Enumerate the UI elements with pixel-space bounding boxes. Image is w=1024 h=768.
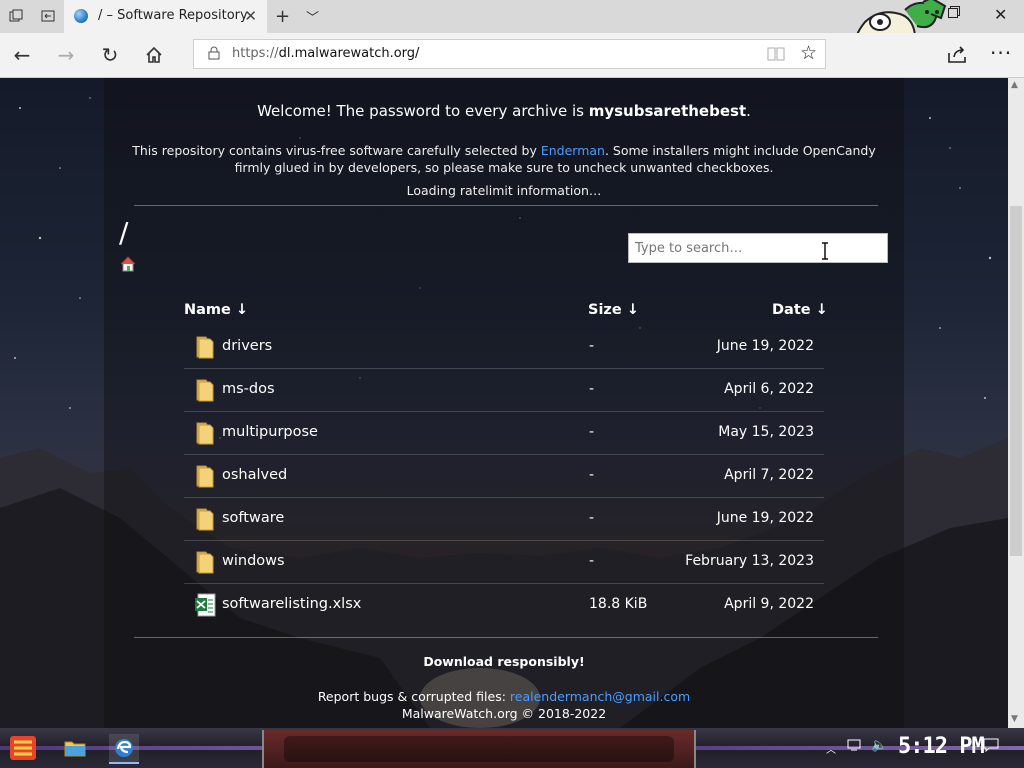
folder-icon xyxy=(194,550,216,574)
column-header-date[interactable]: Date ↓ xyxy=(772,302,828,318)
divider xyxy=(134,637,878,638)
file-row[interactable]: software - June 19, 2022 xyxy=(184,498,824,541)
scroll-down-icon[interactable]: ▼ xyxy=(1011,714,1018,724)
welcome-message: Welcome! The password to every archive i… xyxy=(257,102,751,120)
file-size: - xyxy=(589,553,595,569)
url-text: https://dl.malwarewatch.org/ xyxy=(232,46,420,61)
reading-view-icon[interactable] xyxy=(767,46,785,62)
search-input[interactable] xyxy=(628,233,888,263)
file-size: - xyxy=(589,510,595,526)
favorite-star-icon[interactable]: ☆ xyxy=(800,42,817,64)
folder-icon xyxy=(194,464,216,488)
file-row[interactable]: drivers - June 19, 2022 xyxy=(184,326,824,369)
folder-icon xyxy=(194,507,216,531)
forward-arrow-icon[interactable]: → xyxy=(53,42,79,68)
file-date: June 19, 2022 xyxy=(716,510,814,526)
home-icon[interactable] xyxy=(141,42,167,68)
scrollbar-thumb[interactable] xyxy=(1010,206,1022,556)
active-tab[interactable]: / – Software Repository ✕ xyxy=(64,0,267,33)
ratelimit-status: Loading ratelimit information… xyxy=(406,183,602,198)
tab-title: / – Software Repository xyxy=(98,8,248,23)
vertical-scrollbar[interactable]: ▲ ▼ xyxy=(1008,78,1024,728)
divider xyxy=(134,205,878,206)
close-tab-icon[interactable]: ✕ xyxy=(244,7,257,25)
folder-icon xyxy=(194,378,216,402)
column-header-size[interactable]: Size ↓ xyxy=(588,302,639,318)
file-size: 18.8 KiB xyxy=(589,596,648,612)
excel-file-icon xyxy=(194,593,216,617)
file-name[interactable]: windows xyxy=(222,553,285,569)
file-row[interactable]: oshalved - April 7, 2022 xyxy=(184,455,824,498)
file-row[interactable]: ms-dos - April 6, 2022 xyxy=(184,369,824,412)
file-name[interactable]: multipurpose xyxy=(222,424,318,440)
show-hidden-icons-icon[interactable]: ︿ xyxy=(826,741,836,756)
file-size: - xyxy=(589,338,595,354)
file-name[interactable]: ms-dos xyxy=(222,381,275,397)
current-path: / xyxy=(119,216,129,249)
set-aside-tabs-icon[interactable] xyxy=(38,6,58,26)
url-field[interactable]: https://dl.malwarewatch.org/ ☆ xyxy=(193,39,826,69)
file-size: - xyxy=(589,467,595,483)
globe-icon xyxy=(74,9,88,23)
file-row[interactable]: softwarelisting.xlsx 18.8 KiB April 9, 202… xyxy=(184,584,824,627)
network-icon[interactable] xyxy=(847,738,863,756)
column-header-name[interactable]: Name ↓ xyxy=(184,302,248,318)
file-date: February 13, 2023 xyxy=(685,553,814,569)
address-bar: ← → ↻ https://dl.malwarewatch.org/ ☆ ··· xyxy=(0,33,1024,78)
volume-icon[interactable]: 🔈 xyxy=(871,738,887,753)
file-row[interactable]: multipurpose - May 15, 2023 xyxy=(184,412,824,455)
file-name[interactable]: software xyxy=(222,510,284,526)
web-page: Welcome! The password to every archive i… xyxy=(0,78,1008,728)
close-window-icon[interactable]: ✕ xyxy=(994,5,1007,24)
file-explorer-icon[interactable] xyxy=(60,734,90,762)
chevron-down-icon[interactable]: ﹀ xyxy=(306,7,319,26)
file-date: April 6, 2022 xyxy=(724,381,814,397)
refresh-icon[interactable]: ↻ xyxy=(97,42,123,68)
clock[interactable]: 5:12 PM xyxy=(898,734,985,759)
home-breadcrumb-icon[interactable] xyxy=(120,256,136,272)
file-size: - xyxy=(589,424,595,440)
file-date: June 19, 2022 xyxy=(716,338,814,354)
lock-icon xyxy=(208,46,220,60)
file-row[interactable]: windows - February 13, 2023 xyxy=(184,541,824,584)
tab-bar: / – Software Repository ✕ + ﹀ ✕ xyxy=(0,0,1024,64)
taskbar-decoration xyxy=(262,730,696,768)
new-tab-icon[interactable]: + xyxy=(275,6,290,27)
folder-icon xyxy=(194,421,216,445)
taskbar: ︿ 🔈 5:12 PM xyxy=(0,728,1024,768)
more-options-icon[interactable]: ··· xyxy=(990,41,1012,65)
file-date: April 9, 2022 xyxy=(724,596,814,612)
start-button-icon[interactable] xyxy=(8,734,38,762)
file-date: May 15, 2023 xyxy=(718,424,814,440)
email-link[interactable]: realendermanch@gmail.com xyxy=(510,689,690,704)
scroll-up-icon[interactable]: ▲ xyxy=(1011,80,1018,90)
file-name[interactable]: drivers xyxy=(222,338,272,354)
file-date: April 7, 2022 xyxy=(724,467,814,483)
action-center-icon[interactable] xyxy=(983,738,999,756)
copyright-text: MalwareWatch.org © 2018-2022 xyxy=(401,706,607,721)
file-name[interactable]: oshalved xyxy=(222,467,287,483)
folder-icon xyxy=(194,335,216,359)
file-name[interactable]: softwarelisting.xlsx xyxy=(222,596,361,612)
content-panel: Welcome! The password to every archive i… xyxy=(104,78,904,728)
report-bugs-text: Report bugs & corrupted files: realender… xyxy=(317,689,691,704)
text-cursor-icon xyxy=(822,242,828,260)
download-responsibly-text: Download responsibly! xyxy=(423,654,585,669)
edge-browser-icon[interactable] xyxy=(109,734,139,764)
share-icon[interactable] xyxy=(946,43,968,65)
repository-description: This repository contains virus-free soft… xyxy=(132,143,876,175)
enderman-link[interactable]: Enderman xyxy=(541,143,605,158)
tab-actions-icon[interactable] xyxy=(6,6,26,26)
file-size: - xyxy=(589,381,595,397)
back-arrow-icon[interactable]: ← xyxy=(9,42,35,68)
